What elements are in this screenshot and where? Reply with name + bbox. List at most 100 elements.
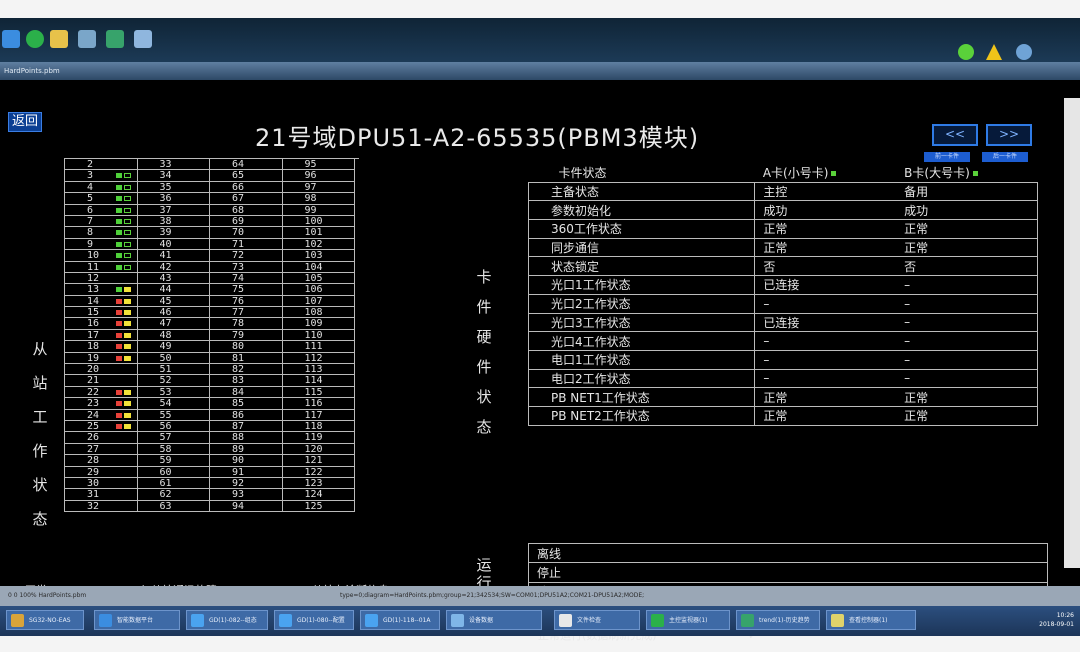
station-cell[interactable]: 65 <box>210 170 283 182</box>
station-cell[interactable]: 119 <box>282 432 355 444</box>
station-cell[interactable]: 53 <box>137 386 210 399</box>
station-cell[interactable]: 48 <box>137 329 210 342</box>
station-cell[interactable]: 36 <box>137 193 210 205</box>
station-cell[interactable]: 96 <box>282 170 355 182</box>
station-cell[interactable]: 123 <box>282 477 355 490</box>
station-cell[interactable]: 31 <box>65 489 138 501</box>
station-cell[interactable]: 79 <box>210 329 283 342</box>
station-cell[interactable]: 42 <box>137 261 210 273</box>
station-cell[interactable]: 114 <box>282 375 355 387</box>
next-card-caption[interactable]: 后一卡件 <box>982 152 1028 162</box>
taskbar-item[interactable]: GD(1)-080--配置 <box>274 610 354 630</box>
station-cell[interactable]: 105 <box>282 272 355 285</box>
station-cell[interactable]: 57 <box>137 432 210 444</box>
station-cell[interactable]: 61 <box>137 477 210 490</box>
station-cell[interactable]: 73 <box>210 261 283 273</box>
station-cell[interactable]: 2 <box>65 159 138 171</box>
station-cell[interactable]: 102 <box>282 238 355 251</box>
station-cell[interactable]: 99 <box>282 204 355 216</box>
station-cell[interactable]: 22 <box>65 386 138 399</box>
station-cell[interactable]: 70 <box>210 227 283 239</box>
taskbar-item[interactable]: trend(1)-历史趋势 <box>736 610 820 630</box>
station-cell[interactable]: 74 <box>210 272 283 285</box>
station-cell[interactable]: 85 <box>210 398 283 410</box>
station-cell[interactable]: 55 <box>137 409 210 421</box>
station-cell[interactable]: 94 <box>210 500 283 513</box>
taskbar-item[interactable]: 智能数据平台 <box>94 610 180 630</box>
station-cell[interactable]: 11 <box>65 261 138 273</box>
network-icon[interactable] <box>958 44 974 60</box>
station-cell[interactable]: 4 <box>65 181 138 194</box>
station-cell[interactable]: 86 <box>210 409 283 421</box>
station-cell[interactable]: 43 <box>137 272 210 285</box>
taskbar-item[interactable]: GD(1)-118--01A <box>360 610 440 630</box>
station-cell[interactable]: 23 <box>65 398 138 410</box>
station-cell[interactable]: 64 <box>210 159 283 171</box>
station-cell[interactable]: 46 <box>137 307 210 319</box>
station-cell[interactable]: 91 <box>210 466 283 478</box>
station-cell[interactable]: 27 <box>65 443 138 456</box>
station-cell[interactable]: 19 <box>65 352 138 365</box>
station-cell[interactable]: 98 <box>282 193 355 205</box>
taskbar-item[interactable]: SG32-NO-EAS <box>6 610 84 630</box>
station-cell[interactable]: 100 <box>282 215 355 228</box>
station-cell[interactable]: 47 <box>137 318 210 330</box>
station-cell[interactable]: 38 <box>137 215 210 228</box>
station-cell[interactable]: 115 <box>282 386 355 399</box>
station-cell[interactable]: 108 <box>282 307 355 319</box>
station-cell[interactable]: 87 <box>210 420 283 433</box>
next-card-button[interactable]: >> <box>986 124 1032 146</box>
station-cell[interactable]: 5 <box>65 193 138 205</box>
station-cell[interactable]: 111 <box>282 341 355 353</box>
station-cell[interactable]: 37 <box>137 204 210 216</box>
station-cell[interactable]: 21 <box>65 375 138 387</box>
station-cell[interactable]: 45 <box>137 295 210 308</box>
station-cell[interactable]: 89 <box>210 443 283 456</box>
station-cell[interactable]: 14 <box>65 295 138 308</box>
station-cell[interactable]: 69 <box>210 215 283 228</box>
station-cell[interactable]: 51 <box>137 364 210 376</box>
station-cell[interactable]: 24 <box>65 409 138 421</box>
station-cell[interactable]: 35 <box>137 181 210 194</box>
station-cell[interactable]: 117 <box>282 409 355 421</box>
taskbar-clock[interactable]: 10:26 2018-09-01 <box>1039 611 1074 629</box>
station-cell[interactable]: 59 <box>137 455 210 467</box>
station-cell[interactable]: 52 <box>137 375 210 387</box>
station-cell[interactable]: 90 <box>210 455 283 467</box>
station-cell[interactable]: 13 <box>65 284 138 296</box>
station-cell[interactable]: 116 <box>282 398 355 410</box>
station-cell[interactable]: 93 <box>210 489 283 501</box>
station-cell[interactable]: 101 <box>282 227 355 239</box>
station-cell[interactable]: 81 <box>210 352 283 365</box>
station-cell[interactable]: 76 <box>210 295 283 308</box>
station-cell[interactable]: 113 <box>282 364 355 376</box>
station-cell[interactable]: 15 <box>65 307 138 319</box>
station-cell[interactable]: 124 <box>282 489 355 501</box>
taskbar-item[interactable]: 设备数据 <box>446 610 542 630</box>
station-cell[interactable]: 32 <box>65 500 138 513</box>
station-cell[interactable]: 72 <box>210 250 283 262</box>
station-cell[interactable]: 56 <box>137 420 210 433</box>
station-cell[interactable]: 20 <box>65 364 138 376</box>
station-cell[interactable]: 107 <box>282 295 355 308</box>
station-cell[interactable]: 80 <box>210 341 283 353</box>
prev-card-caption[interactable]: 前一卡件 <box>924 152 970 162</box>
station-cell[interactable]: 95 <box>282 159 355 171</box>
station-cell[interactable]: 40 <box>137 238 210 251</box>
station-cell[interactable]: 50 <box>137 352 210 365</box>
station-cell[interactable]: 6 <box>65 204 138 216</box>
station-cell[interactable]: 67 <box>210 193 283 205</box>
station-cell[interactable]: 30 <box>65 477 138 490</box>
station-cell[interactable]: 121 <box>282 455 355 467</box>
station-cell[interactable]: 3 <box>65 170 138 182</box>
station-cell[interactable]: 110 <box>282 329 355 342</box>
app-icon-3[interactable] <box>50 30 68 48</box>
station-cell[interactable]: 71 <box>210 238 283 251</box>
station-cell[interactable]: 25 <box>65 420 138 433</box>
station-cell[interactable]: 8 <box>65 227 138 239</box>
station-cell[interactable]: 109 <box>282 318 355 330</box>
station-cell[interactable]: 63 <box>137 500 210 513</box>
taskbar-item[interactable]: 查看控制器(1) <box>826 610 916 630</box>
taskbar-item[interactable]: 主控监视器(1) <box>646 610 730 630</box>
station-cell[interactable]: 82 <box>210 364 283 376</box>
